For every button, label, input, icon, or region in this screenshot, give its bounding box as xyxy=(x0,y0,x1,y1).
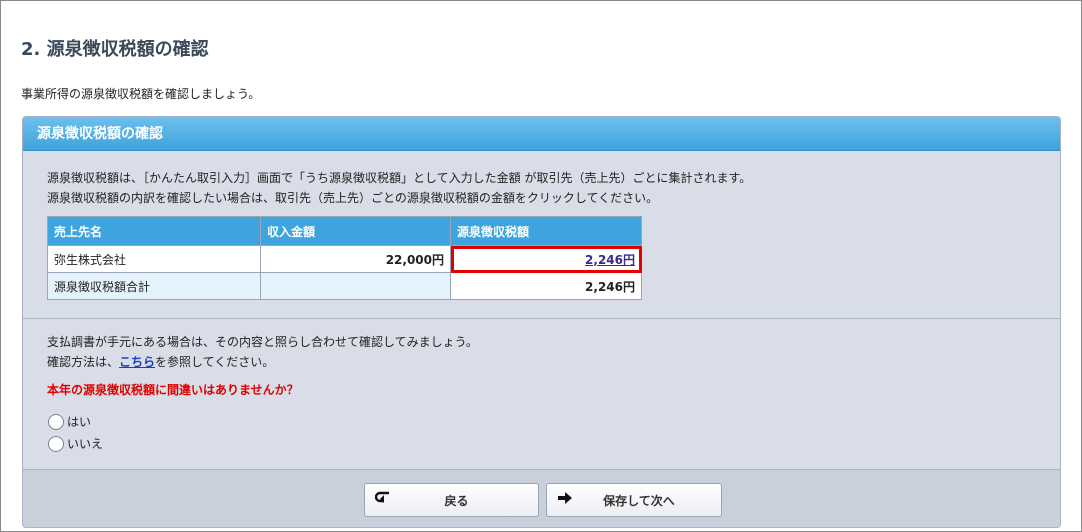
tax-amount-cell: 2,246円 xyxy=(450,245,642,273)
section-divider xyxy=(23,318,1060,319)
tax-amount-link[interactable]: 2,246円 xyxy=(585,253,635,267)
radio-no-circle[interactable] xyxy=(48,435,64,452)
intro-text: 事業所得の源泉徴収税額を確認しましょう。 xyxy=(21,87,261,101)
note-text: 支払調書が手元にある場合は、その内容と照らし合わせて確認してみましょう。 確認方… xyxy=(47,332,478,372)
total-tax: 2,246円 xyxy=(450,272,642,300)
column-header-income: 収入金額 xyxy=(260,216,451,246)
back-button[interactable]: 戻る xyxy=(364,483,539,517)
note-line-2: 確認方法は、こちらを参照してください。 xyxy=(47,352,478,372)
save-next-button-label: 保存して次へ xyxy=(603,493,675,508)
description-line-2: 源泉徴収税額の内訳を確認したい場合は、取引先（売上先）ごとの源泉徴収税額の金額を… xyxy=(47,191,659,205)
return-arrow-icon xyxy=(365,491,395,509)
income-amount: 22,000円 xyxy=(260,245,451,273)
right-arrow-icon xyxy=(547,491,577,509)
customer-name: 弥生株式会社 xyxy=(47,245,261,273)
panel-description: 源泉徴収税額は、［かんたん取引入力］画面で「うち源泉徴収税額」として入力した金額… xyxy=(47,168,751,208)
radio-yes-circle[interactable] xyxy=(48,413,64,430)
withholding-table: 売上先名 収入金額 源泉徴収税額 弥生株式会社 22,000円 2,246円 源… xyxy=(47,216,642,300)
note-line-1: 支払調書が手元にある場合は、その内容と照らし合わせて確認してみましょう。 xyxy=(47,335,478,349)
table-header-row: 売上先名 収入金額 源泉徴収税額 xyxy=(47,216,642,246)
back-button-label: 戻る xyxy=(444,493,469,508)
radio-yes[interactable]: はい xyxy=(48,413,91,430)
window-frame: 2. 源泉徴収税額の確認 事業所得の源泉徴収税額を確認しましょう。 源泉徴収税額… xyxy=(0,0,1082,532)
total-label: 源泉徴収税額合計 xyxy=(47,272,261,300)
button-bar: 戻る 保存して次へ xyxy=(23,469,1060,527)
withholding-panel: 源泉徴収税額の確認 源泉徴収税額は、［かんたん取引入力］画面で「うち源泉徴収税額… xyxy=(22,116,1061,528)
reference-link[interactable]: こちら xyxy=(119,355,155,369)
total-row: 源泉徴収税額合計 2,246円 xyxy=(47,272,642,300)
confirm-question: 本年の源泉徴収税額に間違いはありませんか？ xyxy=(47,383,299,397)
panel-header: 源泉徴収税額の確認 xyxy=(23,117,1060,151)
description-line-1: 源泉徴収税額は、［かんたん取引入力］画面で「うち源泉徴収税額」として入力した金額… xyxy=(47,171,752,185)
note-prefix: 確認方法は、 xyxy=(47,355,120,369)
note-suffix: を参照してください。 xyxy=(155,355,275,369)
save-next-button[interactable]: 保存して次へ xyxy=(546,483,722,517)
table-row: 弥生株式会社 22,000円 2,246円 xyxy=(47,245,642,273)
column-header-tax: 源泉徴収税額 xyxy=(450,216,642,246)
page-title: 2. 源泉徴収税額の確認 xyxy=(21,39,209,60)
radio-yes-label[interactable]: はい xyxy=(67,413,91,430)
column-header-customer: 売上先名 xyxy=(47,216,261,246)
radio-no[interactable]: いいえ xyxy=(48,435,103,452)
total-income xyxy=(260,272,451,300)
radio-no-label[interactable]: いいえ xyxy=(67,435,103,452)
